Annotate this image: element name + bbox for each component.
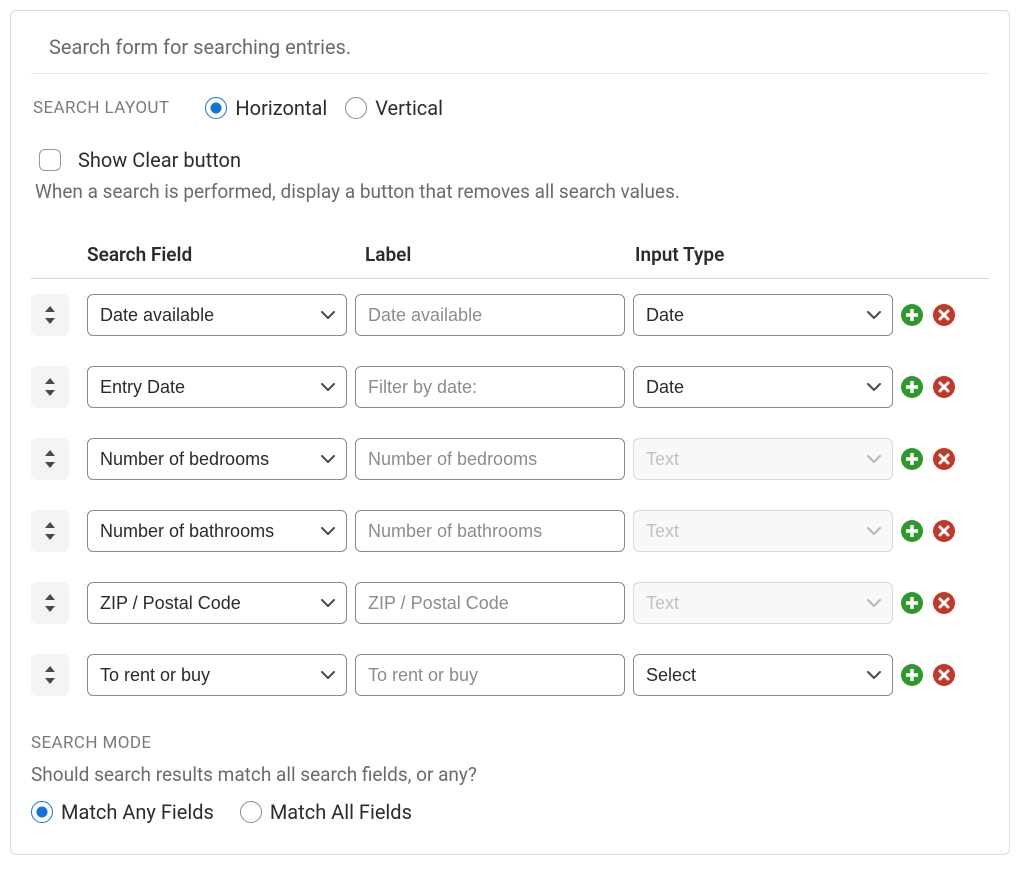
input-type-select[interactable]: Select bbox=[633, 654, 893, 696]
input-type-select: Text bbox=[633, 510, 893, 552]
row-actions bbox=[901, 304, 991, 326]
input-type-select[interactable]: Date bbox=[633, 294, 893, 336]
x-circle-icon bbox=[933, 376, 955, 398]
layout-vertical-radio[interactable] bbox=[345, 97, 367, 119]
label-input[interactable] bbox=[355, 438, 625, 480]
search-mode-options: Match Any Fields Match All Fields bbox=[31, 800, 989, 824]
remove-row-button[interactable] bbox=[933, 376, 955, 398]
drag-handle[interactable] bbox=[31, 438, 69, 480]
search-mode-help: Should search results match all search f… bbox=[31, 763, 989, 786]
sort-icon bbox=[44, 450, 56, 468]
add-row-button[interactable] bbox=[901, 376, 923, 398]
add-row-button[interactable] bbox=[901, 592, 923, 614]
add-row-button[interactable] bbox=[901, 520, 923, 542]
search-layout-title: SEARCH LAYOUT bbox=[33, 98, 169, 118]
label-input[interactable] bbox=[355, 366, 625, 408]
search-field-select[interactable]: ZIP / Postal Code bbox=[87, 582, 347, 624]
label-input[interactable] bbox=[355, 294, 625, 336]
x-circle-icon bbox=[933, 520, 955, 542]
plus-circle-icon bbox=[901, 664, 923, 686]
sort-icon bbox=[44, 378, 56, 396]
label-input[interactable] bbox=[355, 582, 625, 624]
sort-icon bbox=[44, 522, 56, 540]
mode-all-label: Match All Fields bbox=[270, 800, 412, 824]
mode-any-option[interactable]: Match Any Fields bbox=[31, 800, 214, 824]
show-clear-option[interactable]: Show Clear button bbox=[35, 146, 989, 174]
sort-icon bbox=[44, 666, 56, 684]
table-header: Search Field Label Input Type bbox=[31, 243, 989, 279]
x-circle-icon bbox=[933, 448, 955, 470]
layout-horizontal-label: Horizontal bbox=[235, 96, 327, 120]
search-mode-title: SEARCH MODE bbox=[31, 733, 989, 753]
label-input[interactable] bbox=[355, 654, 625, 696]
layout-horizontal-radio[interactable] bbox=[205, 97, 227, 119]
search-field-select[interactable]: Date available bbox=[87, 294, 347, 336]
row-actions bbox=[901, 664, 991, 686]
x-circle-icon bbox=[933, 664, 955, 686]
drag-handle[interactable] bbox=[31, 294, 69, 336]
search-field-select[interactable]: Number of bathrooms bbox=[87, 510, 347, 552]
label-input[interactable] bbox=[355, 510, 625, 552]
layout-vertical-label: Vertical bbox=[375, 96, 443, 120]
drag-handle[interactable] bbox=[31, 366, 69, 408]
plus-circle-icon bbox=[901, 520, 923, 542]
search-fields-table: Search Field Label Input Type Date avail… bbox=[31, 243, 989, 711]
table-row: Number of bedrooms Text bbox=[31, 423, 989, 495]
add-row-button[interactable] bbox=[901, 304, 923, 326]
mode-all-radio[interactable] bbox=[240, 801, 262, 823]
plus-circle-icon bbox=[901, 376, 923, 398]
layout-horizontal-option[interactable]: Horizontal bbox=[205, 96, 327, 120]
row-actions bbox=[901, 592, 991, 614]
add-row-button[interactable] bbox=[901, 448, 923, 470]
clear-button-block: Show Clear button When a search is perfo… bbox=[31, 146, 989, 203]
plus-circle-icon bbox=[901, 592, 923, 614]
table-row: Number of bathrooms Text bbox=[31, 495, 989, 567]
input-type-select: Text bbox=[633, 438, 893, 480]
table-row: Date available Date bbox=[31, 279, 989, 351]
show-clear-checkbox[interactable] bbox=[39, 149, 61, 171]
mode-any-radio[interactable] bbox=[31, 801, 53, 823]
mode-all-option[interactable]: Match All Fields bbox=[240, 800, 412, 824]
drag-handle[interactable] bbox=[31, 654, 69, 696]
search-layout-row: SEARCH LAYOUT Horizontal Vertical bbox=[31, 96, 989, 120]
remove-row-button[interactable] bbox=[933, 448, 955, 470]
drag-handle[interactable] bbox=[31, 510, 69, 552]
search-field-select[interactable]: Entry Date bbox=[87, 366, 347, 408]
header-input-type: Input Type bbox=[633, 243, 893, 266]
remove-row-button[interactable] bbox=[933, 520, 955, 542]
input-type-select[interactable]: Date bbox=[633, 366, 893, 408]
remove-row-button[interactable] bbox=[933, 664, 955, 686]
row-actions bbox=[901, 448, 991, 470]
plus-circle-icon bbox=[901, 304, 923, 326]
row-actions bbox=[901, 376, 991, 398]
header-search-field: Search Field bbox=[87, 243, 347, 266]
add-row-button[interactable] bbox=[901, 664, 923, 686]
remove-row-button[interactable] bbox=[933, 592, 955, 614]
show-clear-label: Show Clear button bbox=[78, 148, 241, 172]
search-field-select[interactable]: To rent or buy bbox=[87, 654, 347, 696]
sort-icon bbox=[44, 306, 56, 324]
x-circle-icon bbox=[933, 592, 955, 614]
show-clear-help: When a search is performed, display a bu… bbox=[35, 180, 989, 203]
table-row: To rent or buy Select bbox=[31, 639, 989, 711]
table-row: ZIP / Postal Code Text bbox=[31, 567, 989, 639]
x-circle-icon bbox=[933, 304, 955, 326]
search-mode-block: SEARCH MODE Should search results match … bbox=[31, 733, 989, 824]
sort-icon bbox=[44, 594, 56, 612]
header-label: Label bbox=[355, 243, 625, 266]
plus-circle-icon bbox=[901, 448, 923, 470]
remove-row-button[interactable] bbox=[933, 304, 955, 326]
table-row: Entry Date Date bbox=[31, 351, 989, 423]
mode-any-label: Match Any Fields bbox=[61, 800, 214, 824]
row-actions bbox=[901, 520, 991, 542]
search-field-select[interactable]: Number of bedrooms bbox=[87, 438, 347, 480]
layout-vertical-option[interactable]: Vertical bbox=[345, 96, 443, 120]
input-type-select: Text bbox=[633, 582, 893, 624]
search-intro: Search form for searching entries. bbox=[31, 35, 989, 74]
search-settings-panel: Search form for searching entries. SEARC… bbox=[10, 10, 1010, 855]
drag-handle[interactable] bbox=[31, 582, 69, 624]
